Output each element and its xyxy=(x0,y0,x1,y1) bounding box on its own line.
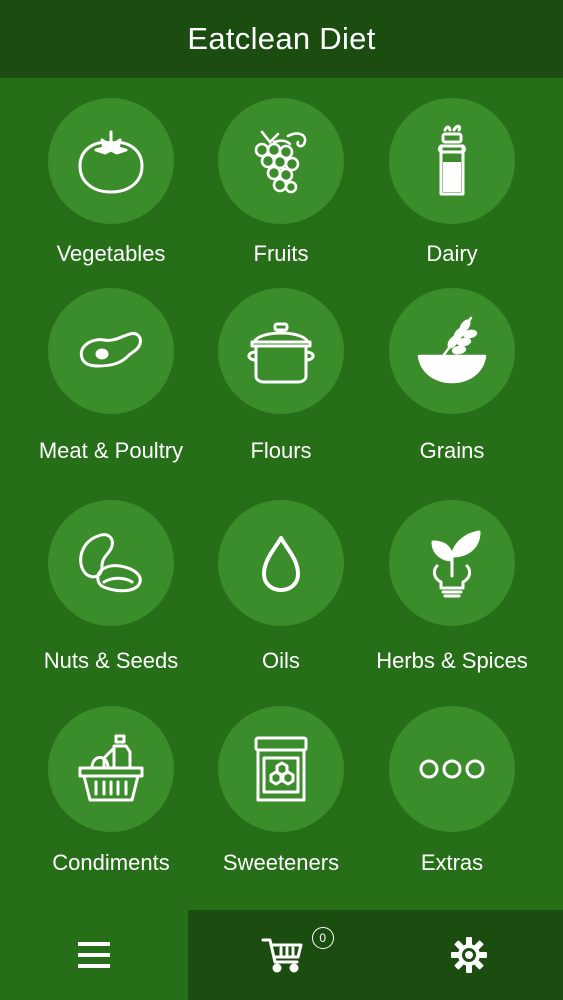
cart-count-badge: 0 xyxy=(311,927,334,949)
category-fruits[interactable]: Fruits xyxy=(191,98,371,298)
category-label: Flours xyxy=(250,438,312,463)
gear-icon xyxy=(451,937,488,973)
category-label: Nuts & Seeds xyxy=(43,648,179,673)
category-condiments[interactable]: Condiments xyxy=(21,706,201,906)
category-meat-poultry[interactable]: Meat & Poultry xyxy=(21,288,201,488)
menu-icon xyxy=(77,942,110,968)
category-oils[interactable]: Oils xyxy=(191,500,371,700)
category-extras[interactable]: Extras xyxy=(362,706,542,906)
category-label: Oils xyxy=(262,648,300,673)
category-circle xyxy=(218,288,344,414)
nuts-icon xyxy=(79,533,142,593)
tab-settings[interactable] xyxy=(375,910,563,1000)
meat-icon xyxy=(79,332,142,368)
basket-icon xyxy=(78,734,144,802)
category-label: Dairy xyxy=(426,241,478,266)
category-nuts-seeds[interactable]: Nuts & Seeds xyxy=(21,500,201,700)
category-herbs-spices[interactable]: Herbs & Spices xyxy=(362,500,542,700)
category-circle xyxy=(48,706,174,832)
tomato-icon xyxy=(78,130,144,194)
category-sweeteners[interactable]: Sweeteners xyxy=(191,706,371,906)
herb-bulb-icon xyxy=(431,530,481,598)
category-grid: Vegetables Fruits Dairy Meat & Poultry F… xyxy=(0,78,563,910)
honey-jar-icon xyxy=(254,736,308,802)
app-title: Eatclean Diet xyxy=(187,21,376,56)
tab-menu[interactable] xyxy=(0,910,188,1000)
category-circle xyxy=(48,98,174,224)
category-dairy[interactable]: Dairy xyxy=(362,98,542,298)
category-label: Fruits xyxy=(253,241,309,266)
cart-icon xyxy=(261,938,302,973)
category-circle xyxy=(218,500,344,626)
category-circle xyxy=(218,98,344,224)
milk-bottle-icon xyxy=(438,124,466,196)
category-flours[interactable]: Flours xyxy=(191,288,371,488)
category-label: Grains xyxy=(419,438,485,463)
category-grains[interactable]: Grains xyxy=(362,288,542,488)
category-label: Vegetables xyxy=(56,241,166,266)
grapes-icon xyxy=(254,130,307,194)
category-label: Condiments xyxy=(52,850,170,875)
category-circle xyxy=(389,500,515,626)
category-circle xyxy=(48,288,174,414)
tab-cart[interactable]: 0 xyxy=(188,910,376,1000)
category-label: Herbs & Spices xyxy=(376,648,528,673)
app-header: Eatclean Diet xyxy=(0,0,563,78)
category-label: Sweeteners xyxy=(222,850,340,875)
category-circle xyxy=(48,500,174,626)
oil-drop-icon xyxy=(262,536,300,592)
category-circle xyxy=(389,98,515,224)
category-label: Meat & Poultry xyxy=(38,438,184,463)
category-label: Extras xyxy=(420,850,484,875)
category-vegetables[interactable]: Vegetables xyxy=(21,98,201,298)
category-circle xyxy=(389,288,515,414)
more-dots-icon xyxy=(419,759,485,779)
pot-icon xyxy=(247,322,315,384)
category-circle xyxy=(389,706,515,832)
bottom-tab-bar: 0 xyxy=(0,910,563,1000)
category-circle xyxy=(218,706,344,832)
grain-bowl-icon xyxy=(417,316,487,384)
